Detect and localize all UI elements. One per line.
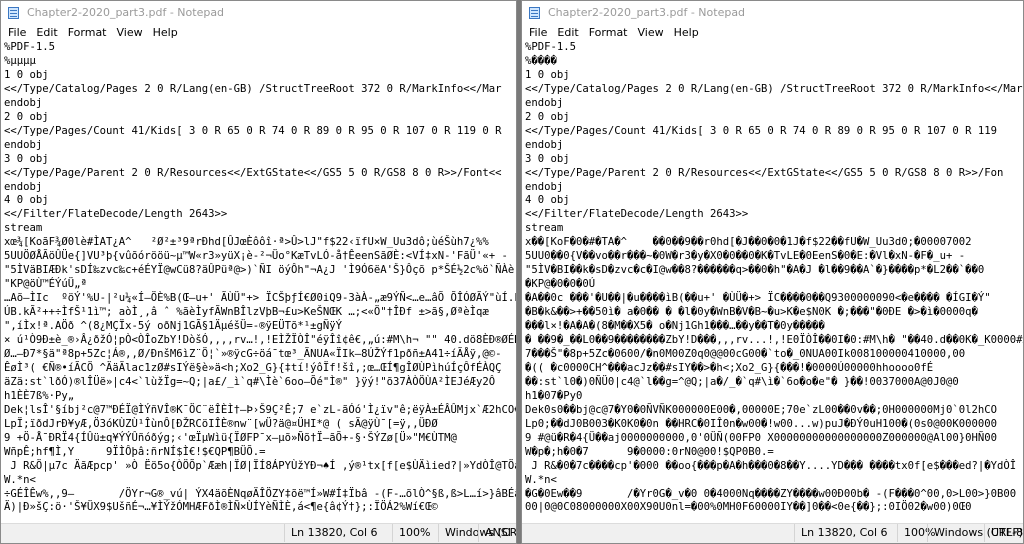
text-line[interactable]: <</Type/Catalog/Pages 2 0 R/Lang(en-GB) … — [525, 83, 1023, 97]
text-line[interactable]: 9 #@ü�R�4{Ü��aj0000000000,0'0ÜÑ(00FP0 X0… — [525, 432, 1023, 446]
text-line[interactable]: �KP@�0�0�0Ú — [525, 278, 1023, 292]
text-line[interactable]: Ä)|Ð»šÇ:ö·'Š¥ÜX9$UšñÉ¬…¥ÌÝžÓMHÆFðÌ®ÌÑ×ÙÍ… — [4, 501, 516, 515]
file-content[interactable]: %PDF-1.5 %µµµµ 1 0 obj <</Type/Catalog/Page… — [1, 41, 516, 515]
text-line[interactable]: ÷GÉÎÊw%,,9— /ÖYr¬G®_vú| ÝX4äõÈNqøÄÎÖZY‡õ… — [4, 488, 516, 502]
status-bar: Ln 13820, Col 6 100% Windows (CRLF) ANSI — [1, 523, 516, 543]
notepad-icon — [7, 6, 21, 20]
text-line[interactable]: "KP@öÙ™ÉÝúÜ„ª — [4, 278, 516, 292]
menu-bar: File Edit Format View Help — [1, 24, 516, 41]
text-editor[interactable]: %PDF-1.5 %µµµµ 1 0 obj <</Type/Catalog/Page… — [1, 41, 516, 524]
text-line[interactable]: endobj — [4, 181, 516, 195]
text-line[interactable]: stream — [4, 222, 516, 236]
text-line[interactable]: 1 0 obj — [525, 69, 1023, 83]
text-line[interactable]: 9 +Ö-Å¯ÐRÏ4{ÍÛü±q¥ÝÝÛñóðýg;‹'œÏµWìü{ÏØFP… — [4, 432, 516, 446]
text-line[interactable]: <</Filter/FlateDecode/Length 2643>> — [4, 208, 516, 222]
text-line[interactable]: äZä:st`lðÓ)®lÎÜë»|c4<`lùžÏg=~Q;|a£/_ì`q#… — [4, 376, 516, 390]
text-line[interactable]: endobj — [4, 97, 516, 111]
text-line[interactable]: ",íÌx!ª.AÖð ^(8¿MÇÏx-5ý oðNj1GÃ§1ÄµéšÜ=-… — [4, 320, 516, 334]
text-line[interactable]: Dek0s0��bj@c@7�Y0�0ÑVÑK000000E00�,00000E… — [525, 404, 1023, 418]
text-line[interactable]: 2 0 obj — [525, 111, 1023, 125]
text-line[interactable]: 4 0 obj — [4, 194, 516, 208]
text-line[interactable]: <</Type/Page/Parent 2 0 R/Resources<</Ex… — [4, 167, 516, 181]
menu-edit[interactable]: Edit — [31, 26, 62, 39]
text-line[interactable]: Ø…—Ð7*§ä"ª8p+5Zc¦Á®,,Ø/ÐnšM6ìZ¨Ö¦`»®ÿcG÷… — [4, 348, 516, 362]
zoom-level: 100% — [392, 524, 430, 542]
menu-bar: File Edit Format View Help — [522, 24, 1023, 41]
text-line[interactable]: 4 0 obj — [525, 194, 1023, 208]
text-line[interactable]: endobj — [4, 139, 516, 153]
text-line[interactable]: ���l×!�A�A�(8�M��X5� o�Nj1Gh1���…��y��T�… — [525, 320, 1023, 334]
window-title: Chapter2-2020_part3.pdf - Notepad — [27, 6, 225, 19]
menu-view[interactable]: View — [633, 26, 669, 39]
title-bar[interactable]: Chapter2-2020_part3.pdf - Notepad — [522, 1, 1023, 24]
text-line[interactable]: <</Type/Pages/Count 41/Kids[ 3 0 R 65 0 … — [525, 125, 1023, 139]
text-line[interactable]: 2 0 obj — [4, 111, 516, 125]
encoding: UTF-8 — [984, 524, 1023, 542]
text-line[interactable]: %µµµµ — [4, 55, 516, 69]
text-line[interactable]: J R&Ö|µ7c ÄãÆpcp' »Ò Ëö5o{ÒÖÕp`Ææh|ÏØ|ÏÍ… — [4, 460, 516, 474]
status-bar: Ln 13820, Col 6 100% Windows (CRLF) UTF-… — [522, 523, 1023, 543]
text-line[interactable]: ÊøÌ³( €Ñ®•íÃCÖ ^ÄäÃlac1zØ#sIÝë§è»ä<h;Xo2… — [4, 362, 516, 376]
text-line[interactable]: W�p�;h�0�7 9�0000:0rN0@00!$QP0B0.= — [525, 446, 1023, 460]
text-line[interactable]: �G�0Ew��9 /�Yr0G�_v�0 0�4000Nq����ZY����… — [525, 488, 1023, 502]
text-line[interactable]: LpÏ;ïðdJrÐ¥yÆ,Ö3óKÙZÙ¹ÎùnÔ[ÐŽRCöIÎÈ®nw¨[… — [4, 418, 516, 432]
text-line[interactable]: � ��9�_��L0��9��������ZbY!D���,,,rv...!,… — [525, 334, 1023, 348]
text-line[interactable]: Lp0;��dJ0B003�K0K0�0n ��HRC�0IÎ0n�w00�!w… — [525, 418, 1023, 432]
text-line[interactable]: …Aõ—ÌIc ºöÝ'%U-|²u¼«Í—ÖÈ%B(Œ—u+' ÃÙÜ"+> … — [4, 292, 516, 306]
text-line[interactable]: stream — [525, 222, 1023, 236]
file-content[interactable]: %PDF-1.5 %���� 1 0 obj <</Type/Catalog/Page… — [522, 41, 1023, 515]
text-line[interactable]: endobj — [525, 181, 1023, 195]
text-line[interactable]: <</Type/Page/Parent 2 0 R/Resources<</Ex… — [525, 167, 1023, 181]
text-line[interactable]: h1�07�Py0 — [525, 390, 1023, 404]
menu-file[interactable]: File — [524, 26, 552, 39]
text-line[interactable]: endobj — [525, 97, 1023, 111]
cursor-position: Ln 13820, Col 6 — [794, 524, 888, 542]
text-line[interactable]: <</Type/Catalog/Pages 2 0 R/Lang(en-GB) … — [4, 83, 516, 97]
text-line[interactable]: xœ¾[KoãF¾Ø0lè#ÌAT¿A^ ²Ø²±³9ªrÐhd[ÛJœÈôôî… — [4, 236, 516, 250]
text-line[interactable]: x��[KoF�0�#�TA�^ ��0��9��r0hd[�J��0�0�1J… — [525, 236, 1023, 250]
cursor-position: Ln 13820, Col 6 — [284, 524, 378, 542]
text-line[interactable]: �A��0c ���'�U��|�u����ìB(��u+' �ÙÜ�+> ÏC… — [525, 292, 1023, 306]
menu-edit[interactable]: Edit — [552, 26, 583, 39]
text-line[interactable]: 5UU0��0{V��vo��r���~�0W�r3�y�X0�0��0�K�T… — [525, 250, 1023, 264]
text-line[interactable]: × ú¹Ò9Ð±è_®›Â¿ðžÓ¦pÒ<ÒÎoZbY!DòšÓ,,,,rv…!… — [4, 334, 516, 348]
menu-file[interactable]: File — [3, 26, 31, 39]
text-line[interactable]: �B�k&��>+��50ì� a�0�� � �l�0y�WnB�V�B~�u… — [525, 306, 1023, 320]
menu-format[interactable]: Format — [63, 26, 112, 39]
text-line[interactable]: 3 0 obj — [4, 153, 516, 167]
text-line[interactable]: WñpÊ;hf¶Ì,Y 9ÏÌÔþâ:ñrNÍ$Ì€!$€QP¶BÜÕ.= — [4, 446, 516, 460]
text-line[interactable]: "5ÌV�BI��k�sD�zvc�c�I@w��8?������q>��0�h… — [525, 264, 1023, 278]
text-line[interactable]: <</Type/Pages/Count 41/Kids[ 3 0 R 65 0 … — [4, 125, 516, 139]
menu-help[interactable]: Help — [148, 26, 183, 39]
text-line[interactable]: 00|0@0C08000000X00X90U0nl=�00%0MH0F60000… — [525, 501, 1023, 515]
text-line[interactable]: h1ÈÈ7ß%·Py„ — [4, 390, 516, 404]
text-line[interactable]: 3 0 obj — [525, 153, 1023, 167]
notepad-window-left: Chapter2-2020_part3.pdf - Notepad File E… — [0, 0, 517, 544]
text-line[interactable]: 7���Š"�8p+5Zc�0600/�n0M00Z0q0@@00cG00�`t… — [525, 348, 1023, 362]
text-line[interactable]: endobj — [525, 139, 1023, 153]
text-line[interactable]: J R&�0�7c����cp'�000 ��oo{���p�A�h���0�8… — [525, 460, 1023, 474]
text-line[interactable]: W.*n< — [4, 474, 516, 488]
text-line[interactable]: W.*n< — [525, 474, 1023, 488]
text-line[interactable]: ��:st`l0�)0ÑÜ0|c4@`l��g=^@Q;|a�/_�`q#\ì�… — [525, 376, 1023, 390]
text-line[interactable]: �(( �c0000CH^���acJz��#sIY��>�h<;Xo2_G}{… — [525, 362, 1023, 376]
notepad-icon — [528, 6, 542, 20]
text-line[interactable]: %PDF-1.5 — [525, 41, 1023, 55]
text-line[interactable]: 5UUÖØÅÃöÛÜe{]VU³þ{vûõórööü~µ™W«r3»yüX¡è-… — [4, 250, 516, 264]
text-line[interactable]: %���� — [525, 55, 1023, 69]
menu-format[interactable]: Format — [584, 26, 633, 39]
encoding: ANSI — [478, 524, 516, 542]
text-line[interactable]: Dek¦lsÎ'§íbj²c@7™ÐÉÏ@ÌÝñVÎ®K¯ÖC¨ëÎÈÌ†—Þ›… — [4, 404, 516, 418]
menu-view[interactable]: View — [112, 26, 148, 39]
menu-help[interactable]: Help — [669, 26, 704, 39]
text-editor[interactable]: %PDF-1.5 %���� 1 0 obj <</Type/Catalog/Page… — [522, 41, 1023, 524]
text-line[interactable]: <</Filter/FlateDecode/Length 2643>> — [525, 208, 1023, 222]
text-line[interactable]: "5ÌVäBIÆÐk'sDÍ‰zvc‰c+éÉYÏ@wCü8?äÛPüª@>)`… — [4, 264, 516, 278]
text-line[interactable]: %PDF-1.5 — [4, 41, 516, 55]
notepad-window-right: Chapter2-2020_part3.pdf - Notepad File E… — [521, 0, 1024, 544]
text-line[interactable]: ÚB.kÃ²++÷ÌfŠ¹1ì™; aòÌ¸,â ˆ %ãèÌyfÃWnBÎlz… — [4, 306, 516, 320]
text-line[interactable]: 1 0 obj — [4, 69, 516, 83]
title-bar[interactable]: Chapter2-2020_part3.pdf - Notepad — [1, 1, 516, 24]
window-title: Chapter2-2020_part3.pdf - Notepad — [548, 6, 746, 19]
